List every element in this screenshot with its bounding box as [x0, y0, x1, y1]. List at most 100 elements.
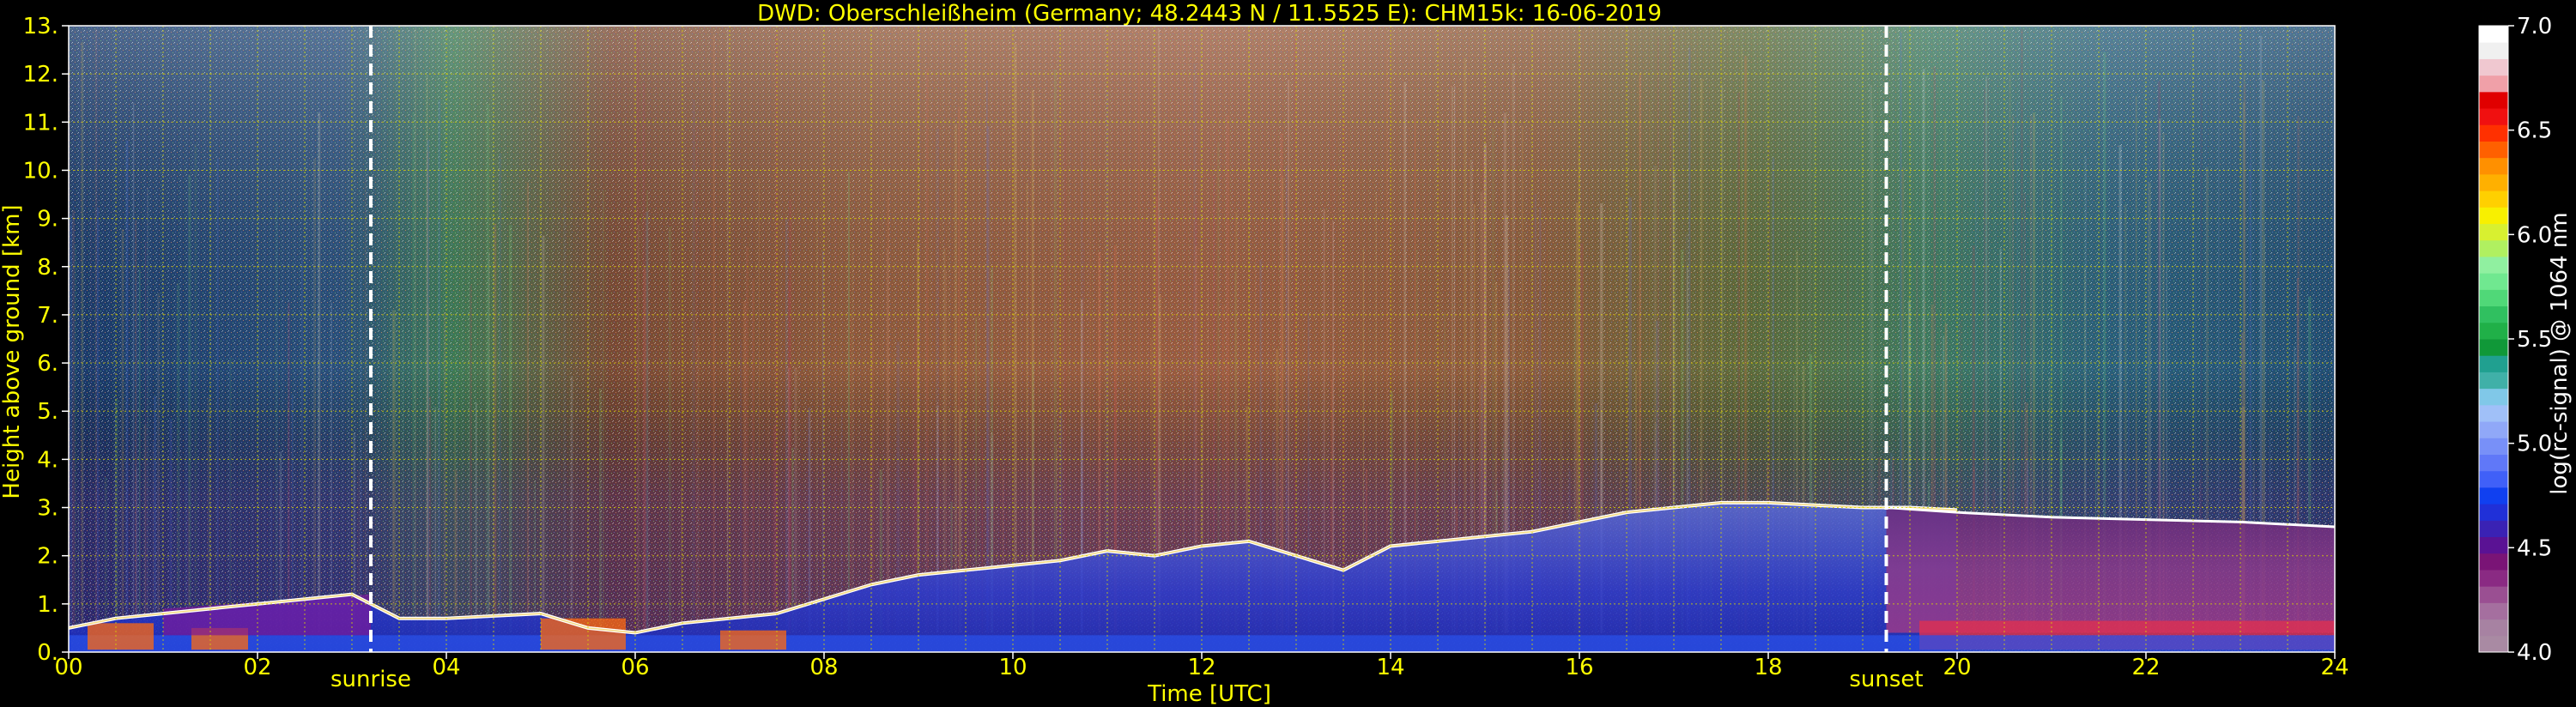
- colorbar-label: log(rc-signal) @ 1064 nm: [2547, 212, 2573, 494]
- colorbar-segment: [2479, 569, 2508, 587]
- noise-streak: [509, 225, 512, 633]
- colorbar-segment: [2479, 520, 2508, 538]
- colorbar-tick-label: 4.5: [2517, 535, 2552, 561]
- noise-streak: [646, 190, 648, 633]
- noise-streak: [526, 182, 529, 633]
- noise-streak: [958, 106, 961, 633]
- noise-streak: [925, 68, 929, 633]
- y-tick-label: 9.: [37, 207, 58, 233]
- y-tick-label: 1.: [37, 592, 58, 618]
- x-tick-label: 00: [54, 655, 82, 680]
- noise-streak: [1137, 46, 1140, 633]
- noise-streak: [365, 176, 367, 633]
- colorbar-segment: [2479, 404, 2508, 422]
- noise-streak: [72, 210, 76, 633]
- noise-streak: [767, 319, 769, 633]
- noise-streak: [169, 419, 173, 633]
- noise-streak: [1053, 69, 1057, 633]
- noise-streak: [785, 218, 788, 633]
- colorbar-segment: [2479, 635, 2508, 653]
- noise-streak: [90, 215, 92, 633]
- noise-streak: [742, 300, 747, 633]
- colorbar-segment: [2479, 602, 2508, 620]
- colorbar-segment: [2479, 141, 2508, 159]
- noise-streak: [886, 249, 889, 633]
- noise-streak: [534, 480, 536, 633]
- noise-streak: [643, 268, 646, 633]
- noise-streak: [834, 178, 836, 633]
- colorbar-segment: [2479, 91, 2508, 109]
- noise-streak: [712, 33, 715, 633]
- noise-streak: [1294, 38, 1296, 633]
- y-tick-label: 4.: [37, 447, 58, 473]
- colorbar-segment: [2479, 355, 2508, 372]
- y-tick-label: 11.: [23, 110, 58, 136]
- noise-streak: [125, 140, 129, 633]
- colorbar-segment: [2479, 619, 2508, 637]
- noise-streak: [697, 335, 700, 633]
- x-tick-label: 22: [2131, 655, 2160, 680]
- colorbar-segment: [2479, 421, 2508, 438]
- noise-streak: [94, 28, 98, 633]
- aerosol-patch: [541, 618, 626, 650]
- noise-streak: [114, 398, 118, 633]
- noise-streak: [791, 447, 794, 633]
- x-tick-label: 10: [998, 655, 1027, 680]
- y-tick-label: 12.: [23, 62, 58, 88]
- noise-streak: [158, 299, 160, 633]
- aerosol-patch: [88, 623, 154, 650]
- aerosol-patch: [720, 630, 786, 650]
- noise-streak: [1014, 43, 1017, 633]
- noise-streak: [816, 208, 818, 633]
- noise-streak: [144, 241, 147, 633]
- noise-streak: [153, 396, 156, 633]
- colorbar-segment: [2479, 239, 2508, 257]
- noise-streak: [788, 281, 791, 633]
- y-tick-label: 8.: [37, 255, 58, 281]
- noise-streak: [808, 408, 810, 633]
- colorbar-segment: [2479, 75, 2508, 93]
- colorbar-segment: [2479, 190, 2508, 208]
- colorbar-segment: [2479, 322, 2508, 340]
- noise-streak: [207, 396, 210, 633]
- colorbar-ticks: 4.04.55.05.56.06.57.0: [2508, 14, 2552, 666]
- noise-streak: [1386, 49, 1388, 633]
- colorbar-segment: [2479, 553, 2508, 571]
- noise-streak: [1288, 80, 1289, 633]
- noise-streak: [794, 367, 797, 633]
- noise-streak: [146, 187, 149, 633]
- colorbar-segment: [2479, 273, 2508, 290]
- noise-streak: [318, 112, 321, 633]
- colorbar-segment: [2479, 470, 2508, 488]
- noise-streak: [194, 144, 197, 633]
- colorbar-segment: [2479, 42, 2508, 59]
- noise-streak: [81, 42, 84, 633]
- noise-streak: [75, 245, 76, 633]
- noise-streak: [852, 244, 854, 633]
- x-tick-label: 14: [1376, 655, 1404, 680]
- noise-streak: [570, 376, 573, 633]
- x-tick-label: 02: [243, 655, 271, 680]
- y-tick-label: 3.: [37, 496, 58, 522]
- chart-title: DWD: Oberschleißheim (Germany; 48.2443 N…: [757, 1, 1662, 27]
- colorbar-segment: [2479, 486, 2508, 505]
- noise-streak: [692, 182, 694, 633]
- noise-streak: [745, 246, 749, 633]
- colorbar-segment: [2479, 536, 2508, 554]
- noise-streak: [740, 341, 742, 633]
- colorbar-segment: [2479, 305, 2508, 323]
- noise-streak: [77, 505, 80, 633]
- colorbar-segment: [2479, 223, 2508, 241]
- colorbar-segment: [2479, 26, 2508, 43]
- colorbar-segment: [2479, 207, 2508, 225]
- x-tick-label: 16: [1565, 655, 1593, 680]
- noise-streak: [402, 322, 404, 633]
- noise-streak: [152, 442, 154, 633]
- y-axis: 0.1.2.3.4.5.6.7.8.9.10.11.12.13.: [23, 14, 69, 666]
- noise-streak: [438, 100, 441, 633]
- noise-streak: [96, 208, 100, 633]
- colorbar-segment: [2479, 504, 2508, 521]
- noise-streak: [287, 402, 289, 633]
- x-tick-label: 20: [1943, 655, 1971, 680]
- noise-streak: [542, 235, 545, 633]
